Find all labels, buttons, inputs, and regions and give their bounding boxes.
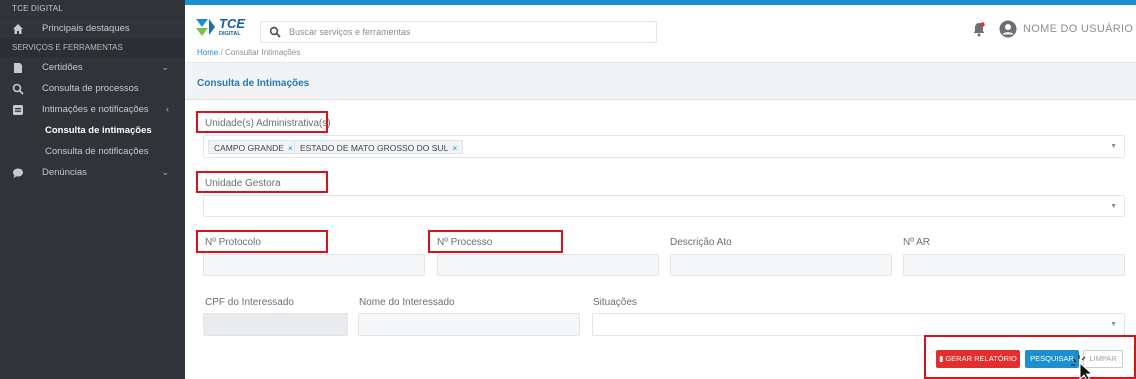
tag-remove-icon[interactable]: × <box>452 143 457 153</box>
page-title-bar: Consulta de Intimações <box>185 62 1136 100</box>
sidebar-item-label: Certidões <box>42 62 83 73</box>
protocolo-input[interactable] <box>203 254 425 276</box>
search-input[interactable]: Buscar serviços e ferramentas <box>260 21 657 43</box>
highlight-box-unidades <box>196 111 328 133</box>
sidebar: TCE DIGITAL Principais destaques SERVIÇO… <box>0 0 185 379</box>
chat-icon <box>13 168 23 178</box>
unidades-select[interactable]: CAMPO GRANDE × ESTADO DE MATO GROSSO DO S… <box>203 135 1125 158</box>
file-icon: ▮ <box>939 354 944 363</box>
sidebar-item-intimacoes[interactable]: Intimações e notificações ‹ <box>0 99 185 120</box>
tag-estado-ms: ESTADO DE MATO GROSSO DO SUL × <box>294 140 464 154</box>
highlight-box-unidade-gestora <box>196 171 328 193</box>
svg-text:TCE: TCE <box>219 16 245 31</box>
situacoes-select[interactable]: ▼ <box>592 313 1125 336</box>
breadcrumb: Home / Consultar Intimações <box>197 48 300 57</box>
mouse-cursor-icon <box>1071 355 1094 379</box>
unidade-gestora-select[interactable]: ▼ <box>203 195 1125 217</box>
ar-input[interactable] <box>903 254 1125 276</box>
breadcrumb-current: Consultar Intimações <box>225 48 301 57</box>
breadcrumb-separator: / <box>220 48 223 57</box>
tag-remove-icon[interactable]: × <box>288 143 293 153</box>
highlight-box-processo <box>428 230 563 253</box>
sidebar-item-certidoes[interactable]: Certidões ⌄ <box>0 57 185 78</box>
sidebar-subitem-consulta-notificacoes[interactable]: Consulta de notificações <box>0 141 185 162</box>
sidebar-item-principais-destaques[interactable]: Principais destaques <box>0 18 185 39</box>
svg-text:DIGITAL: DIGITAL <box>219 31 241 37</box>
chevron-down-icon: ▼ <box>1110 203 1117 210</box>
gerar-relatorio-label: GERAR RELATÓRIO <box>945 354 1017 363</box>
chevron-down-icon: ⌄ <box>161 167 169 177</box>
ar-label: Nº AR <box>903 237 930 248</box>
gerar-relatorio-button[interactable]: ▮ GERAR RELATÓRIO <box>936 350 1020 368</box>
sidebar-item-label: Denúncias <box>42 167 87 178</box>
sidebar-brand: TCE DIGITAL <box>0 0 185 18</box>
nome-label: Nome do Interessado <box>359 297 455 308</box>
cpf-label: CPF do Interessado <box>205 297 294 308</box>
descricao-ato-input[interactable] <box>670 254 892 276</box>
header-accent-stripe <box>185 0 1136 5</box>
situacoes-label: Situações <box>593 297 637 308</box>
home-icon <box>13 24 23 34</box>
tag-label: ESTADO DE MATO GROSSO DO SUL <box>300 143 449 153</box>
top-header: TCE DIGITAL Buscar serviços e ferramenta… <box>185 0 1136 62</box>
nome-input[interactable] <box>358 313 580 336</box>
sidebar-section-title: SERVIÇOS E FERRAMENTAS <box>0 39 185 57</box>
sidebar-item-denuncias[interactable]: Denúncias ⌄ <box>0 162 185 183</box>
chevron-left-icon: ‹ <box>166 104 169 114</box>
user-name[interactable]: NOME DO USUÁRIO <box>1023 23 1133 35</box>
notice-icon <box>13 105 23 115</box>
highlight-box-protocolo <box>196 230 328 253</box>
sidebar-item-label: Intimações e notificações <box>42 104 149 115</box>
document-icon <box>14 63 22 73</box>
descricao-ato-label: Descrição Ato <box>670 237 732 248</box>
search-placeholder: Buscar serviços e ferramentas <box>289 27 411 37</box>
bell-icon[interactable] <box>972 21 986 37</box>
search-icon <box>12 83 24 95</box>
tag-campo-grande: CAMPO GRANDE × <box>208 140 299 154</box>
sidebar-subitem-consulta-intimacoes[interactable]: Consulta de intimações <box>0 120 185 141</box>
pesquisar-label: PESQUISAR <box>1030 354 1074 363</box>
breadcrumb-home[interactable]: Home <box>197 48 218 57</box>
sidebar-item-label: Principais destaques <box>42 23 130 34</box>
cpf-input[interactable] <box>203 313 348 336</box>
page-title: Consulta de Intimações <box>197 78 310 89</box>
processo-input[interactable] <box>437 254 659 276</box>
chevron-down-icon: ▼ <box>1110 143 1117 150</box>
chevron-down-icon: ⌄ <box>161 62 169 72</box>
tce-logo[interactable]: TCE DIGITAL <box>195 15 257 37</box>
chevron-down-icon: ▼ <box>1110 321 1117 328</box>
tag-label: CAMPO GRANDE <box>214 143 284 153</box>
sidebar-item-consulta-processos[interactable]: Consulta de processos <box>0 78 185 99</box>
search-icon <box>269 26 281 38</box>
user-avatar-icon[interactable] <box>999 20 1017 38</box>
sidebar-item-label: Consulta de processos <box>42 83 139 94</box>
divider <box>185 99 1136 100</box>
